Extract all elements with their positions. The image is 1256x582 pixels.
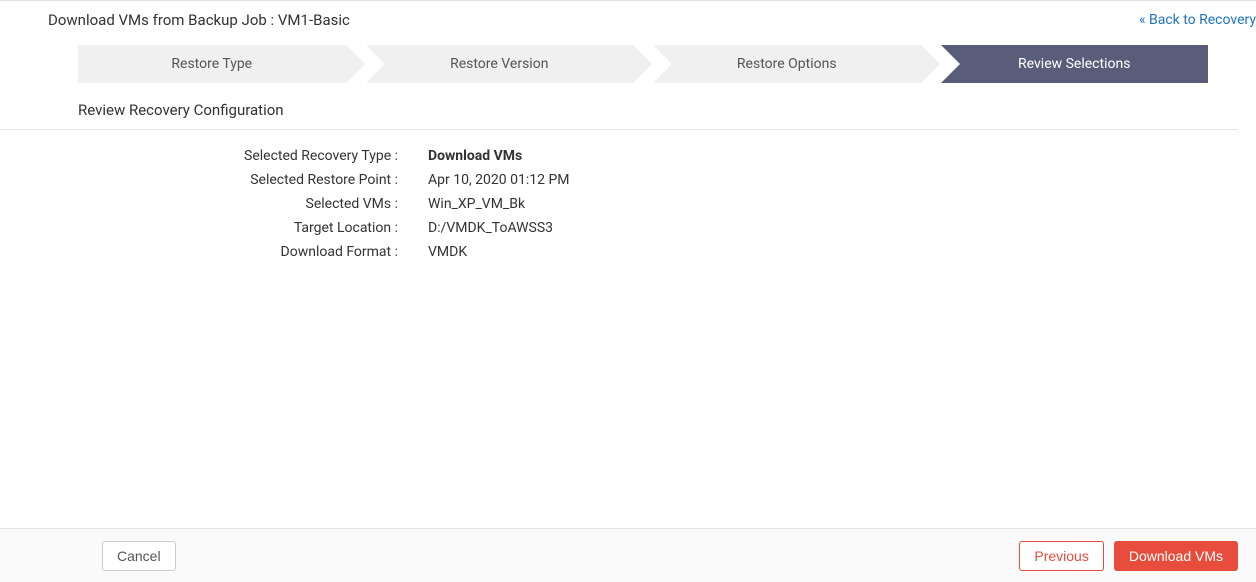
config-label: Download Format : bbox=[78, 244, 428, 260]
wizard-step-label: Review Selections bbox=[1018, 56, 1130, 72]
footer-bar: Cancel Previous Download VMs bbox=[0, 528, 1256, 582]
config-row-recovery-type: Selected Recovery Type : Download VMs bbox=[78, 148, 1256, 164]
config-row-target-location: Target Location : D:/VMDK_ToAWSS3 bbox=[78, 220, 1256, 236]
wizard-steps: Restore Type Restore Version Restore Opt… bbox=[78, 45, 1208, 83]
back-to-recovery-link[interactable]: « Back to Recovery bbox=[1139, 12, 1256, 28]
config-table: Selected Recovery Type : Download VMs Se… bbox=[0, 130, 1256, 260]
wizard-step-label: Restore Options bbox=[737, 56, 837, 72]
footer-actions: Previous Download VMs bbox=[1019, 541, 1238, 571]
wizard-step-restore-version[interactable]: Restore Version bbox=[366, 45, 634, 83]
wizard-step-review-selections[interactable]: Review Selections bbox=[941, 45, 1209, 83]
config-value: VMDK bbox=[428, 244, 467, 260]
download-vms-button[interactable]: Download VMs bbox=[1114, 541, 1238, 571]
config-value: D:/VMDK_ToAWSS3 bbox=[428, 220, 553, 236]
section-title: Review Recovery Configuration bbox=[0, 83, 1238, 130]
config-label: Selected VMs : bbox=[78, 196, 428, 212]
wizard-step-restore-options[interactable]: Restore Options bbox=[653, 45, 921, 83]
header-row: Download VMs from Backup Job : VM1-Basic… bbox=[0, 1, 1256, 37]
wizard-step-label: Restore Version bbox=[450, 56, 548, 72]
config-row-restore-point: Selected Restore Point : Apr 10, 2020 01… bbox=[78, 172, 1256, 188]
config-label: Selected Recovery Type : bbox=[78, 148, 428, 164]
cancel-button[interactable]: Cancel bbox=[102, 541, 176, 571]
wizard-step-label: Restore Type bbox=[171, 56, 252, 72]
page-title: Download VMs from Backup Job : VM1-Basic bbox=[48, 11, 350, 29]
config-value: Win_XP_VM_Bk bbox=[428, 196, 525, 212]
config-value: Apr 10, 2020 01:12 PM bbox=[428, 172, 570, 188]
wizard-step-restore-type[interactable]: Restore Type bbox=[78, 45, 346, 83]
config-label: Selected Restore Point : bbox=[78, 172, 428, 188]
config-row-selected-vms: Selected VMs : Win_XP_VM_Bk bbox=[78, 196, 1256, 212]
config-value: Download VMs bbox=[428, 148, 522, 164]
config-label: Target Location : bbox=[78, 220, 428, 236]
config-row-download-format: Download Format : VMDK bbox=[78, 244, 1256, 260]
previous-button[interactable]: Previous bbox=[1019, 541, 1103, 571]
